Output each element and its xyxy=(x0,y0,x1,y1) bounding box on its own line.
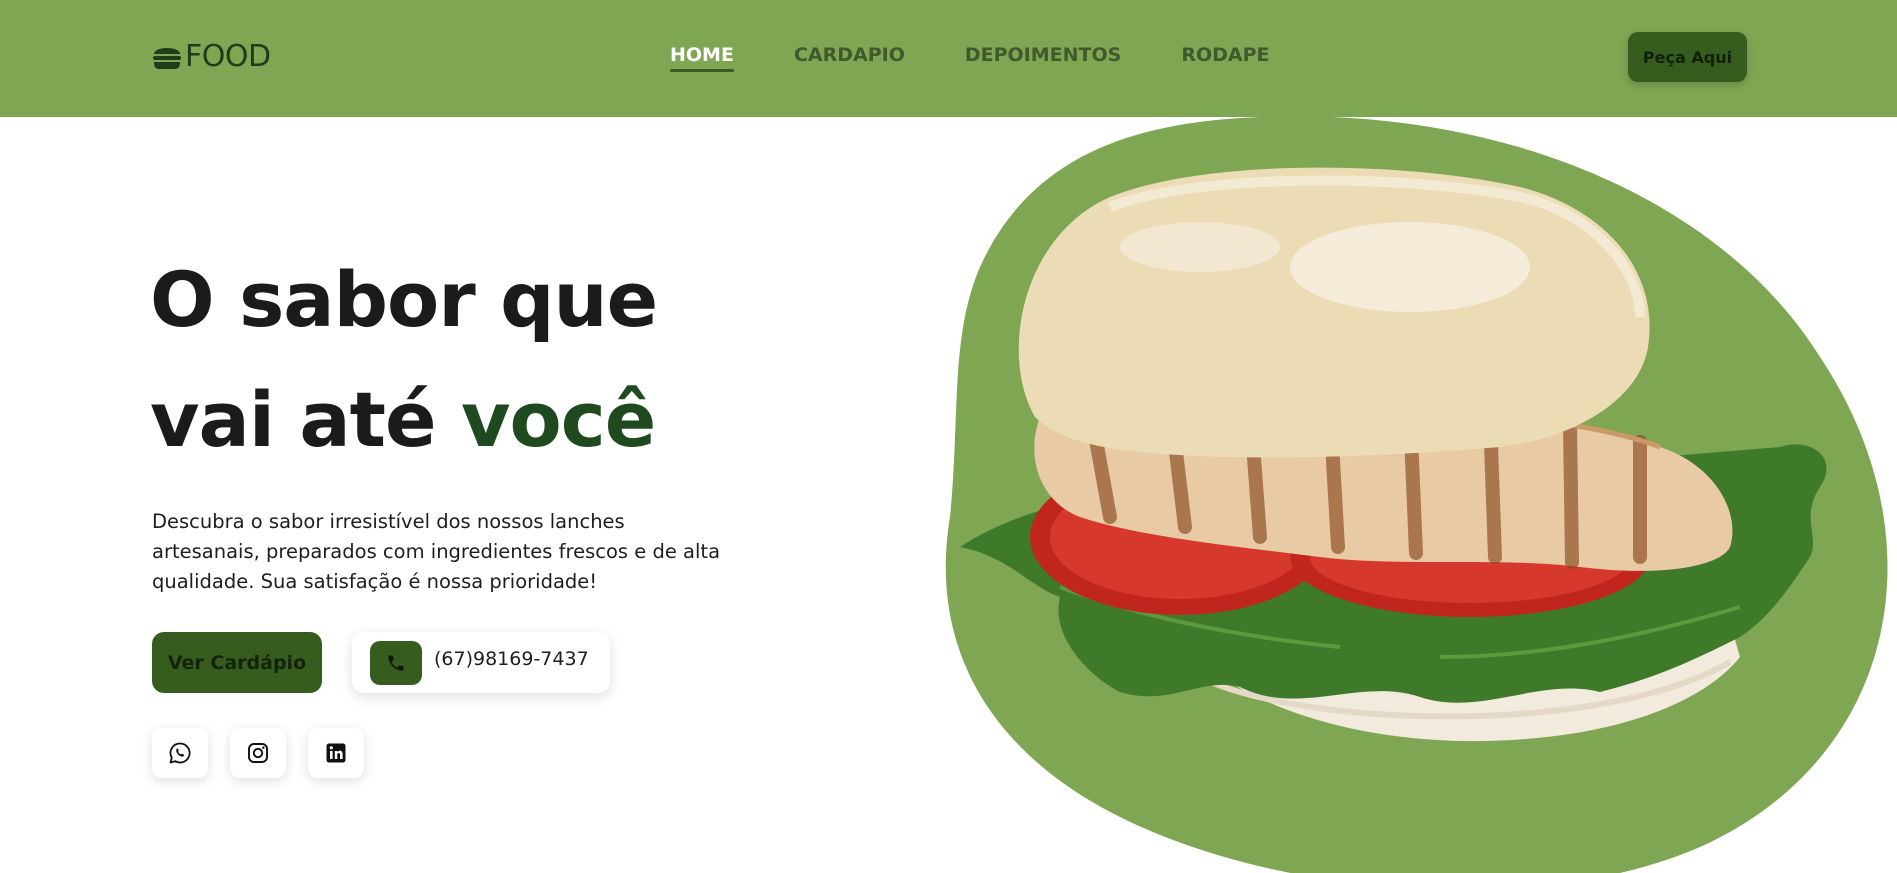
headline-line-1: O sabor que xyxy=(150,255,658,344)
nav-rodape[interactable]: RODAPE xyxy=(1181,44,1269,72)
whatsapp-button[interactable] xyxy=(152,728,208,778)
headline-line-2-prefix: vai até xyxy=(150,375,461,464)
main-nav: HOME CARDAPIO DEPOIMENTOS RODAPE xyxy=(670,44,1270,72)
phone-icon xyxy=(370,640,422,685)
whatsapp-icon xyxy=(169,742,191,764)
linkedin-button[interactable] xyxy=(308,728,364,778)
hero-illustration xyxy=(945,117,1888,873)
view-menu-button[interactable]: Ver Cardápio xyxy=(152,632,322,693)
site-header: FOOD HOME CARDAPIO DEPOIMENTOS RODAPE Pe… xyxy=(0,0,1897,117)
linkedin-icon xyxy=(326,743,346,763)
nav-depoimentos[interactable]: DEPOIMENTOS xyxy=(965,44,1121,72)
burger-icon xyxy=(153,48,181,69)
order-button[interactable]: Peça Aqui xyxy=(1628,32,1747,82)
nav-home[interactable]: HOME xyxy=(670,44,734,72)
phone-contact[interactable]: (67)98169-7437 xyxy=(352,632,610,693)
logo[interactable]: FOOD xyxy=(152,40,271,74)
headline-accent: você xyxy=(460,375,656,464)
instagram-button[interactable] xyxy=(230,728,286,778)
hero-image-area xyxy=(940,117,1897,873)
phone-number: (67)98169-7437 xyxy=(434,647,589,670)
hero-description: Descubra o sabor irresistível dos nossos… xyxy=(152,510,721,593)
logo-text: FOOD xyxy=(185,39,271,74)
hero-headline: O sabor que vai até você xyxy=(150,240,658,480)
instagram-icon xyxy=(248,743,268,763)
nav-cardapio[interactable]: CARDAPIO xyxy=(794,44,905,72)
social-links xyxy=(152,728,364,778)
